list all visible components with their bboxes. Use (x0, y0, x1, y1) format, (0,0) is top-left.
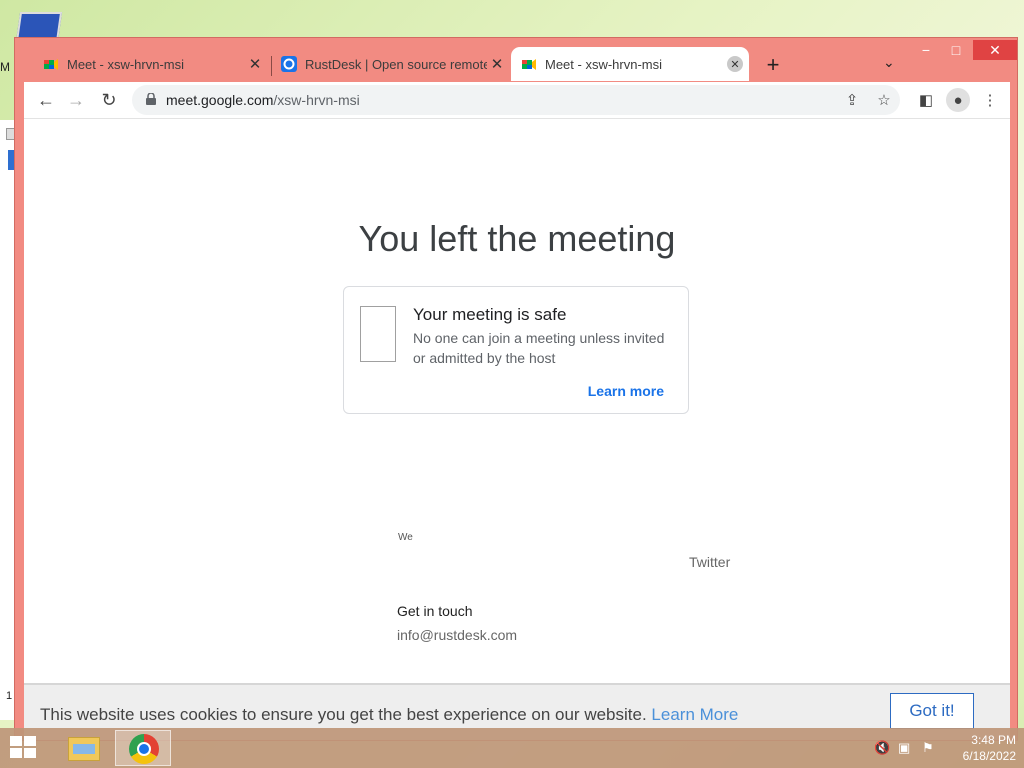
forward-arrow-icon[interactable]: → (64, 88, 88, 112)
tab-close-icon[interactable]: ✕ (487, 54, 507, 74)
get-in-touch-heading: Get in touch (397, 603, 473, 619)
close-window-button[interactable]: ✕ (973, 40, 1017, 60)
tab-close-icon[interactable]: ✕ (727, 56, 743, 72)
shield-image-placeholder (360, 306, 396, 362)
contact-email-link[interactable]: info@rustdesk.com (397, 627, 517, 643)
action-center-flag-icon[interactable]: ⚑ (922, 740, 934, 756)
meeting-safe-card: Your meeting is safe No one can join a m… (343, 286, 689, 414)
side-panel-icon[interactable]: ◧ (914, 88, 938, 112)
tab-close-icon[interactable]: ✕ (245, 54, 265, 74)
address-bar[interactable]: meet.google.com/xsw-hrvn-msi ⇪ ☆ (132, 85, 900, 115)
desktop-icon-label: M (0, 60, 10, 74)
tab-strip: Meet - xsw-hrvn-msi ✕ RustDesk | Open so… (15, 38, 1017, 82)
profile-avatar-icon[interactable]: ● (946, 88, 970, 112)
google-meet-icon (522, 59, 536, 70)
reload-icon[interactable]: ↻ (97, 88, 121, 112)
lock-icon (146, 93, 156, 105)
url-host: meet.google.com (166, 92, 274, 108)
cookie-accept-button[interactable]: Got it! (890, 693, 974, 729)
network-icon[interactable]: ▣ (898, 740, 910, 756)
rustdesk-icon (281, 56, 297, 72)
page-title: You left the meeting (358, 218, 676, 259)
cookie-message: This website uses cookies to ensure you … (40, 705, 738, 725)
tab-title: Meet - xsw-hrvn-msi (545, 56, 663, 72)
tab-rustdesk[interactable]: RustDesk | Open source remote ✕ (281, 47, 507, 81)
divider (24, 118, 1010, 119)
url-text: meet.google.com/xsw-hrvn-msi (166, 92, 360, 108)
chrome-window: Meet - xsw-hrvn-msi ✕ RustDesk | Open so… (14, 37, 1018, 741)
tab-meet-1[interactable]: Meet - xsw-hrvn-msi ✕ (43, 47, 265, 81)
cookie-text: This website uses cookies to ensure you … (40, 705, 647, 724)
clock-time: 3:48 PM (971, 733, 1016, 747)
folder-icon (68, 737, 100, 761)
text-fragment: We (398, 532, 413, 543)
desktop-computer-icon[interactable] (14, 8, 63, 42)
file-explorer-taskbar-button[interactable] (58, 730, 114, 766)
share-icon[interactable]: ⇪ (842, 90, 862, 110)
twitter-link[interactable]: Twitter (689, 554, 730, 570)
new-tab-button[interactable]: + (761, 52, 785, 78)
taskbar: 🔇 ▣ ⚑ 3:48 PM 6/18/2022 (0, 728, 1024, 768)
menu-kebab-icon[interactable]: ⋮ (978, 88, 1002, 112)
maximize-button[interactable]: □ (941, 40, 971, 60)
tab-title: Meet - xsw-hrvn-msi (67, 56, 185, 72)
chrome-taskbar-button[interactable] (115, 730, 171, 766)
system-clock[interactable]: 3:48 PM 6/18/2022 (944, 732, 1016, 764)
url-path: /xsw-hrvn-msi (273, 92, 360, 108)
minimize-button[interactable]: − (911, 40, 941, 60)
cookie-learn-more-link[interactable]: Learn More (651, 705, 738, 724)
card-description: No one can join a meeting unless invited… (413, 330, 665, 366)
clock-date: 6/18/2022 (962, 749, 1016, 763)
volume-muted-icon[interactable]: 🔇 (874, 740, 890, 756)
background-window-number: 1 (6, 690, 13, 702)
browser-toolbar: ← → ↻ meet.google.com/xsw-hrvn-msi ⇪ ☆ ◧… (24, 82, 1010, 118)
learn-more-link[interactable]: Learn more (588, 383, 664, 399)
card-title: Your meeting is safe (413, 305, 567, 324)
tab-title: RustDesk | Open source remote (305, 56, 487, 72)
page-content: You left the meeting Your meeting is saf… (24, 118, 1010, 740)
chrome-icon (129, 734, 159, 764)
bookmark-star-icon[interactable]: ☆ (874, 90, 894, 110)
windows-start-icon[interactable] (10, 736, 38, 760)
tab-separator (271, 56, 272, 76)
back-arrow-icon[interactable]: ← (34, 88, 58, 112)
tab-meet-active[interactable]: Meet - xsw-hrvn-msi ✕ (511, 47, 749, 81)
google-meet-icon (44, 59, 58, 70)
tab-search-chevron-icon[interactable]: ⌄ (883, 54, 895, 71)
